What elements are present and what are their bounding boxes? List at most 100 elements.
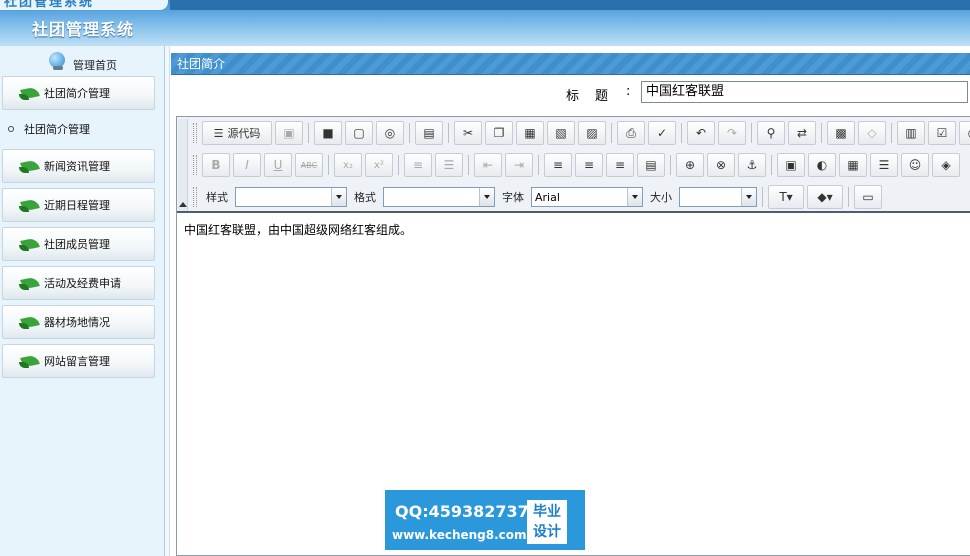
chevron-down-icon <box>741 188 756 206</box>
toolbar-separator <box>409 123 410 143</box>
undo-icon[interactable]: ↶ <box>687 121 715 145</box>
superscript-icon[interactable]: x² <box>365 153 393 177</box>
toolbar-grip <box>193 155 197 175</box>
save-draft-icon[interactable]: ▣ <box>275 121 303 145</box>
home-link[interactable]: 管理首页 <box>0 46 164 76</box>
toolbar-separator <box>891 123 892 143</box>
watermark: QQ:459382737 www.kecheng8.com 毕业 设计 <box>385 490 585 550</box>
special-char-icon[interactable]: ◈ <box>932 153 960 177</box>
leaf-icon <box>19 314 41 330</box>
submenu-item-intro[interactable]: 社团简介管理 <box>0 115 164 143</box>
text-color-icon[interactable]: T▾ <box>768 185 804 209</box>
horizontal-rule-icon[interactable]: ☰ <box>870 153 898 177</box>
justify-icon[interactable]: ▤ <box>637 153 665 177</box>
bullet-icon <box>8 126 14 132</box>
toolbar-separator <box>751 123 752 143</box>
bold-icon[interactable]: B <box>202 153 230 177</box>
title-label: 标题 <box>566 89 625 104</box>
banner-logo: 社团管理系统 <box>0 0 168 10</box>
bullet-list-icon[interactable]: ☰ <box>435 153 463 177</box>
banner-strip <box>170 0 970 10</box>
chevron-down-icon <box>627 188 642 206</box>
redo-icon[interactable]: ↷ <box>718 121 746 145</box>
paste-text-icon[interactable]: ▧ <box>547 121 575 145</box>
chevron-down-icon <box>331 188 346 206</box>
sidebar-item-schedule[interactable]: 近期日程管理 <box>2 188 155 222</box>
toolbar-separator <box>308 123 309 143</box>
toolbar-separator <box>771 155 772 175</box>
editor-text: 中国红客联盟，由中国超级网络红客组成。 <box>184 223 413 237</box>
size-label: 大小 <box>650 191 672 204</box>
strikethrough-icon[interactable]: ABC <box>295 153 323 177</box>
cut-icon[interactable]: ✂ <box>454 121 482 145</box>
align-right-icon[interactable]: ≡ <box>606 153 634 177</box>
copy-icon[interactable]: ❐ <box>485 121 513 145</box>
smiley-icon[interactable]: ☺ <box>901 153 929 177</box>
subscript-icon[interactable]: x₂ <box>334 153 362 177</box>
badge-line-1: 毕业 <box>533 504 561 520</box>
main-content: 社团简介 标题 : 中国红客联盟 ☰ 源代码 ▣ ■ ▢ ◎ ▤ ✂ ❐ ▦ ▧… <box>171 53 970 556</box>
watermark-url: www.kecheng8.com <box>392 528 527 542</box>
toolbar-collapse-icon[interactable] <box>178 119 188 211</box>
align-center-icon[interactable]: ≡ <box>575 153 603 177</box>
sidebar-item-equipment[interactable]: 器材场地情况 <box>2 305 155 339</box>
toolbar-separator <box>848 187 849 207</box>
paste-word-icon[interactable]: ▨ <box>578 121 606 145</box>
italic-icon[interactable]: I <box>233 153 261 177</box>
outdent-icon[interactable]: ⇤ <box>474 153 502 177</box>
title-colon: : <box>626 84 631 99</box>
select-all-icon[interactable]: ▩ <box>827 121 855 145</box>
anchor-icon[interactable]: ⚓ <box>738 153 766 177</box>
find-icon[interactable]: ⚲ <box>757 121 785 145</box>
sidebar-item-label: 近期日程管理 <box>44 199 110 212</box>
sidebar-item-messages[interactable]: 网站留言管理 <box>2 344 155 378</box>
sidebar-item-news[interactable]: 新闻资讯管理 <box>2 149 155 183</box>
toolbar-separator <box>821 123 822 143</box>
image-icon[interactable]: ▣ <box>777 153 805 177</box>
sidebar-item-label: 新闻资讯管理 <box>44 160 110 173</box>
checkbox-icon[interactable]: ☑ <box>928 121 956 145</box>
font-select[interactable]: Arial <box>531 187 643 207</box>
template-icon[interactable]: ▤ <box>415 121 443 145</box>
flash-icon[interactable]: ◐ <box>808 153 836 177</box>
toolbar-separator <box>398 155 399 175</box>
sidebar-item-members[interactable]: 社团成员管理 <box>2 227 155 261</box>
print-icon[interactable]: ⎙ <box>617 121 645 145</box>
save-icon[interactable]: ■ <box>314 121 342 145</box>
badge-line-2: 设计 <box>533 524 561 540</box>
align-left-icon[interactable]: ≡ <box>544 153 572 177</box>
size-select[interactable] <box>679 187 757 207</box>
bg-color-icon[interactable]: ◆▾ <box>807 185 843 209</box>
toolbar-row-1: ☰ 源代码 ▣ ■ ▢ ◎ ▤ ✂ ❐ ▦ ▧ ▨ ⎙ ✓ ↶ ↷ ⚲ ⇄ ▩ … <box>191 119 970 147</box>
style-select[interactable] <box>235 187 347 207</box>
replace-icon[interactable]: ⇄ <box>788 121 816 145</box>
toolbar-separator <box>611 123 612 143</box>
new-page-icon[interactable]: ▢ <box>345 121 373 145</box>
submenu-label: 社团简介管理 <box>24 123 90 136</box>
indent-icon[interactable]: ⇥ <box>505 153 533 177</box>
title-input[interactable]: 中国红客联盟 <box>641 81 968 103</box>
toolbar-separator <box>762 187 763 207</box>
toolbar-separator <box>681 123 682 143</box>
form-icon[interactable]: ▥ <box>897 121 925 145</box>
table-icon[interactable]: ▦ <box>839 153 867 177</box>
sidebar-item-intro[interactable]: 社团简介管理 <box>2 76 155 110</box>
source-icon: ☰ <box>213 126 224 140</box>
numbered-list-icon[interactable]: ≡ <box>404 153 432 177</box>
underline-icon[interactable]: U <box>264 153 292 177</box>
preview-icon[interactable]: ◎ <box>376 121 404 145</box>
leaf-icon <box>19 158 41 174</box>
spellcheck-icon[interactable]: ✓ <box>648 121 676 145</box>
toolbar-grip <box>193 187 197 207</box>
watermark-qq: QQ:459382737 <box>395 502 529 521</box>
format-select[interactable] <box>383 187 495 207</box>
source-button[interactable]: ☰ 源代码 <box>202 121 272 145</box>
radio-icon[interactable]: ◉ <box>959 121 970 145</box>
link-icon[interactable]: ⊕ <box>676 153 704 177</box>
maximize-icon[interactable]: ▭ <box>854 185 882 209</box>
paste-icon[interactable]: ▦ <box>516 121 544 145</box>
unlink-icon[interactable]: ⊗ <box>707 153 735 177</box>
remove-format-icon[interactable]: ◇ <box>858 121 886 145</box>
sidebar-item-activities[interactable]: 活动及经费申请 <box>2 266 155 300</box>
leaf-icon <box>19 275 41 291</box>
